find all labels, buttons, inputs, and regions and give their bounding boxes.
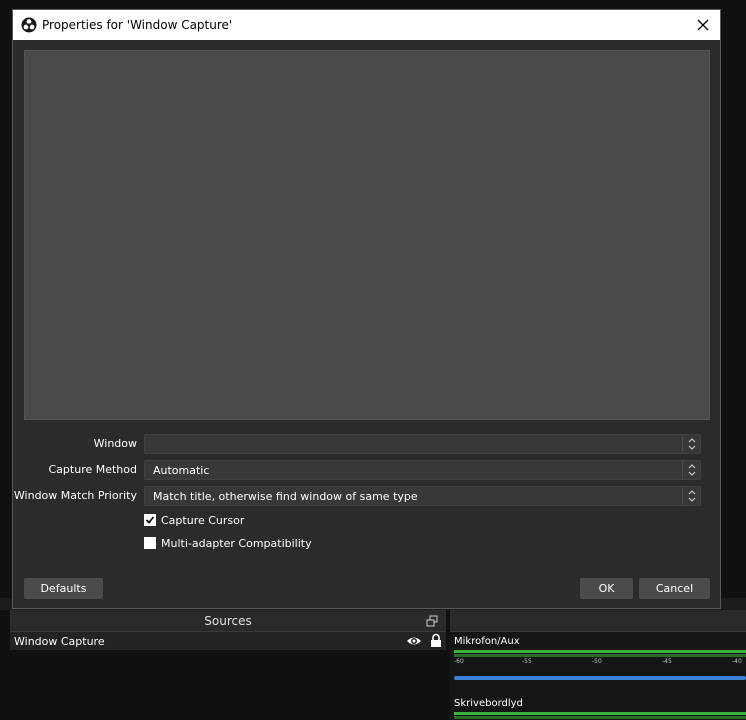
close-icon — [697, 19, 709, 31]
volume-meter — [454, 654, 746, 657]
capture-method-row: Capture Method Automatic — [13, 460, 720, 480]
window-match-priority-label: Window Match Priority — [13, 489, 137, 502]
multi-adapter-checkbox[interactable] — [144, 537, 156, 549]
close-button[interactable] — [692, 14, 714, 36]
window-match-priority-row: Window Match Priority Match title, other… — [13, 486, 720, 506]
source-item-name: Window Capture — [14, 634, 105, 648]
updown-arrows-icon — [682, 435, 700, 453]
source-item[interactable]: Window Capture — [10, 632, 446, 650]
capture-cursor-option[interactable]: Capture Cursor — [144, 512, 444, 528]
capture-preview — [24, 50, 710, 420]
capture-cursor-label: Capture Cursor — [161, 513, 245, 527]
volume-meter — [454, 712, 746, 715]
dialog-title: Properties for 'Window Capture' — [42, 18, 233, 32]
volume-meter — [454, 716, 746, 719]
sources-dock: Sources Window Capture — [10, 610, 446, 720]
mixer-track-label: Mikrofon/Aux — [454, 636, 520, 647]
audio-mixer-dock: Mikrofon/Aux -60 -55 -50 -45 -40 Skriveb… — [450, 610, 746, 720]
lock-icon[interactable] — [430, 633, 442, 648]
meter-tick-label: -55 — [522, 658, 532, 665]
capture-method-label: Capture Method — [48, 463, 138, 476]
window-match-priority-select[interactable]: Match title, otherwise find window of sa… — [144, 486, 701, 506]
window-match-priority-value: Match title, otherwise find window of sa… — [153, 490, 418, 503]
properties-dialog: Properties for 'Window Capture' Window C… — [12, 9, 721, 609]
meter-tick-label: -45 — [662, 658, 672, 665]
sources-list[interactable]: Window Capture — [10, 632, 446, 720]
cancel-button[interactable]: Cancel — [639, 578, 710, 599]
audio-mixer-body: Mikrofon/Aux -60 -55 -50 -45 -40 Skriveb… — [450, 632, 746, 720]
float-dock-icon[interactable] — [426, 615, 438, 627]
updown-arrows-icon — [682, 461, 700, 479]
sources-dock-header: Sources — [10, 610, 446, 632]
updown-arrows-icon — [682, 487, 700, 505]
audio-mixer-header — [450, 610, 746, 632]
obs-logo-icon — [21, 17, 37, 33]
window-row: Window — [13, 434, 720, 454]
volume-slider[interactable] — [454, 676, 746, 680]
eye-icon[interactable] — [406, 634, 422, 648]
meter-scale: -60 -55 -50 -45 -40 — [454, 658, 746, 666]
meter-tick-label: -50 — [592, 658, 602, 665]
multi-adapter-label: Multi-adapter Compatibility — [161, 536, 312, 550]
capture-method-select[interactable]: Automatic — [144, 460, 701, 480]
checkmark-icon — [145, 516, 155, 524]
defaults-button[interactable]: Defaults — [24, 578, 103, 599]
ok-button[interactable]: OK — [580, 578, 633, 599]
meter-tick-label: -40 — [732, 658, 742, 665]
sources-dock-title: Sources — [204, 613, 252, 628]
mixer-track-label: Skrivebordlyd — [454, 698, 523, 709]
multi-adapter-option[interactable]: Multi-adapter Compatibility — [144, 535, 444, 551]
volume-meter — [454, 650, 746, 653]
dialog-titlebar[interactable]: Properties for 'Window Capture' — [13, 10, 720, 40]
meter-tick-label: -60 — [454, 658, 464, 665]
capture-method-value: Automatic — [153, 464, 210, 477]
window-select[interactable] — [144, 434, 701, 454]
capture-cursor-checkbox[interactable] — [144, 514, 156, 526]
window-label: Window — [93, 437, 137, 450]
